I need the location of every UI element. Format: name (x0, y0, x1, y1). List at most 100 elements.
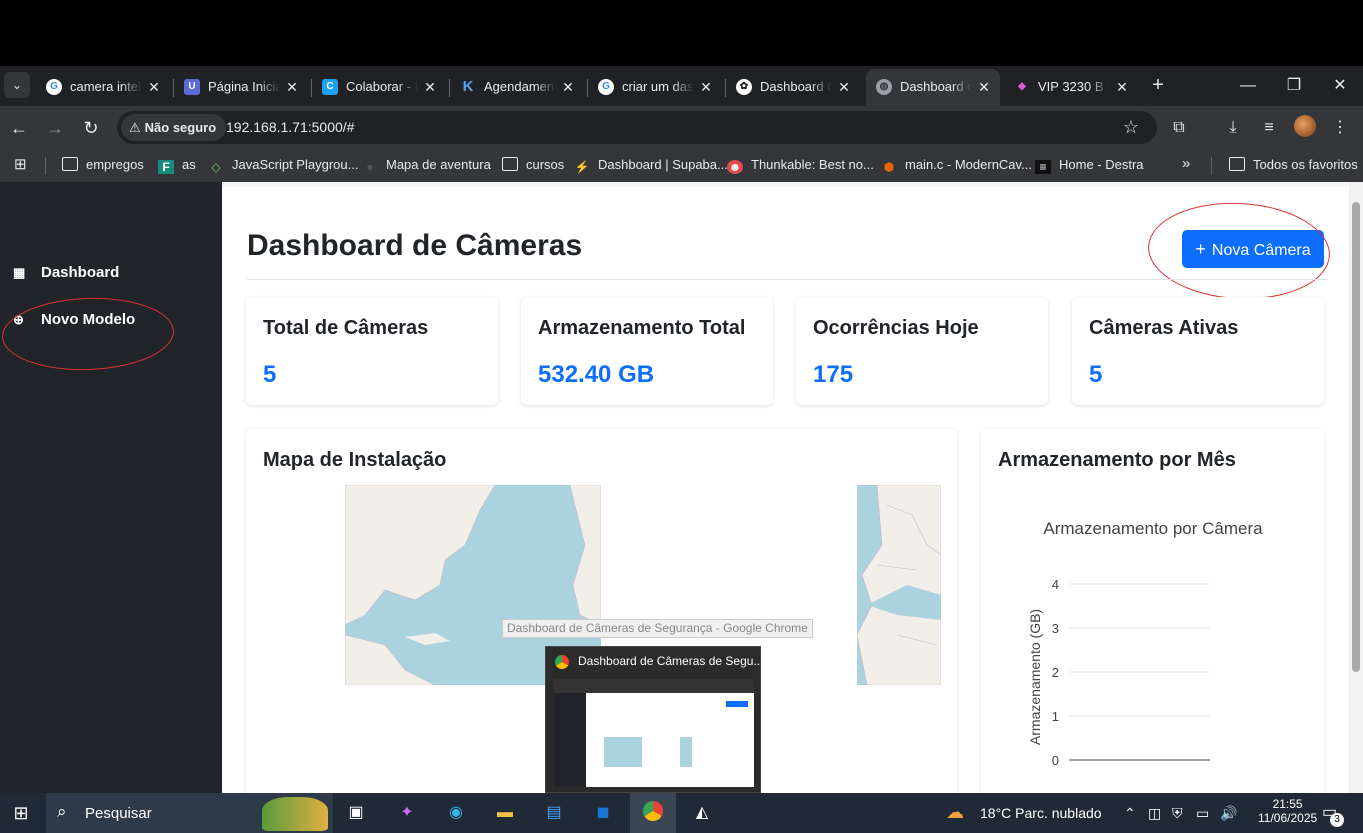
bookmark-label: cursos (526, 157, 565, 172)
store-icon[interactable]: ▤ (539, 799, 569, 827)
bookmarks-separator (1211, 157, 1212, 175)
bookmark-star-icon[interactable]: ☆ (1123, 117, 1139, 138)
back-arrow-icon[interactable]: ← (7, 116, 31, 140)
media-control-icon[interactable]: ≡ (1257, 116, 1281, 140)
tab-5[interactable]: ✿ Dashboard C ✕ (725, 71, 860, 102)
bookmark-label: JavaScript Playgrou... (232, 157, 359, 172)
copilot-icon[interactable]: ✦ (392, 799, 422, 827)
minimize-button[interactable]: — (1236, 74, 1260, 98)
all-bookmarks[interactable]: Todos os favoritos (1229, 157, 1358, 172)
close-icon[interactable]: ✕ (558, 77, 578, 97)
bookmark-8[interactable]: ≡ Home - Destra (1035, 157, 1144, 174)
close-window-button[interactable]: ✕ (1328, 74, 1352, 98)
clock[interactable]: 21:55 11/06/2025 (1258, 797, 1317, 825)
close-icon[interactable]: ✕ (144, 77, 164, 97)
security-label: Não seguro (144, 120, 217, 135)
bookmark-2[interactable]: ◇ JavaScript Playgrou... (208, 157, 358, 174)
bookmark-label: as (182, 157, 196, 172)
file-explorer-icon[interactable]: ▬ (490, 799, 520, 827)
kebab-menu-icon[interactable]: ⋮ (1328, 116, 1352, 140)
tab-label: Página Inicia (208, 79, 280, 94)
bookmark-label: Home - Destra (1059, 157, 1144, 172)
forward-arrow-icon[interactable]: → (43, 116, 67, 140)
reload-icon[interactable]: ↻ (79, 116, 103, 140)
tab-search-menu[interactable]: ⌄ (4, 72, 30, 98)
tab-1[interactable]: U Página Inicia ✕ (173, 71, 308, 102)
new-tab-button[interactable]: + (1146, 74, 1170, 98)
taskbar-window-preview[interactable]: Dashboard de Câmeras de Segu... (545, 646, 763, 793)
meet-icon[interactable]: ◫ (1148, 805, 1161, 822)
folder-icon (62, 157, 78, 171)
bookmark-label: Thunkable: Best no... (751, 157, 874, 172)
restore-button[interactable]: ❐ (1282, 74, 1306, 98)
outlook-icon[interactable]: ◼ (588, 799, 618, 827)
chrome-icon (643, 801, 663, 821)
chrome-taskbar-button[interactable] (630, 793, 676, 833)
stat-value: 5 (1089, 361, 1103, 388)
page-scrollbar[interactable] (1349, 182, 1363, 793)
bookmark-5[interactable]: ⚡ Dashboard | Supaba... (574, 157, 728, 174)
map-tile-europe[interactable] (857, 485, 941, 685)
red-annotation-circle (1145, 198, 1333, 304)
bookmark-label: main.c - ModernCav... (905, 157, 1032, 172)
volume-icon[interactable]: 🔊 (1220, 805, 1237, 822)
stat-value: 532.40 GB (538, 361, 655, 388)
stat-card-active-cameras: Câmeras Ativas 5 (1072, 297, 1324, 405)
close-icon[interactable]: ✕ (282, 77, 302, 97)
notification-count: 3 (1330, 813, 1344, 827)
profile-avatar[interactable] (1294, 115, 1316, 137)
close-icon[interactable]: ✕ (974, 77, 994, 97)
stat-label: Câmeras Ativas (1089, 317, 1239, 339)
more-bookmarks-chevron-icon[interactable]: » (1182, 155, 1190, 172)
sidebar-item-dashboard[interactable]: ▦ Dashboard (13, 264, 119, 281)
bookmark-0[interactable]: empregos (62, 157, 144, 172)
tab-6-active[interactable]: ◍ Dashboard d ✕ (866, 69, 1000, 106)
bookmark-6[interactable]: ☻ Thunkable: Best no... (727, 157, 874, 174)
stat-label: Ocorrências Hoje (813, 317, 979, 339)
taskbar-search[interactable]: ⌕ Pesquisar (46, 793, 333, 833)
gem-icon: ◆ (1018, 81, 1026, 92)
main-content: Dashboard de Câmeras + Nova Câmera Total … (222, 187, 1349, 793)
title-divider (247, 279, 1327, 280)
download-icon[interactable]: ⤓ (1221, 116, 1245, 140)
scrollbar-thumb[interactable] (1352, 202, 1360, 672)
tab-2[interactable]: C Colaborar - I ✕ (311, 71, 446, 102)
apps-grid-icon[interactable]: ⊞ (14, 155, 27, 173)
window-tooltip: Dashboard de Câmeras de Segurança - Goog… (502, 619, 813, 638)
destra-icon: ≡ (1035, 160, 1051, 174)
url-text[interactable]: 192.168.1.71:5000/# (226, 119, 354, 135)
tray-chevron-icon[interactable]: ⌃ (1124, 805, 1136, 822)
security-tray-icon[interactable]: ⛨ (1172, 805, 1183, 822)
chart-y-axis-label: Armazenamento (GB) (1027, 609, 1043, 745)
map-card-title: Mapa de Instalação (263, 449, 447, 471)
close-icon[interactable]: ✕ (696, 77, 716, 97)
extensions-icon[interactable]: ⧉ (1167, 116, 1191, 140)
stat-label: Armazenamento Total (538, 317, 746, 339)
tab-7[interactable]: ◆ VIP 3230 B S ✕ (1004, 71, 1138, 102)
clock-time: 21:55 (1272, 797, 1303, 811)
security-chip[interactable]: ⚠ Não seguro (121, 114, 227, 141)
chart-y-tick-label: 2 (1052, 665, 1059, 680)
capcut-icon[interactable]: ◭ (687, 799, 717, 827)
stat-card-total-cameras: Total de Câmeras 5 (246, 297, 498, 405)
task-view-icon[interactable]: ▣ (341, 799, 371, 827)
bookmark-3[interactable]: ● Mapa de aventura (362, 157, 490, 174)
weather-text[interactable]: 18°C Parc. nublado (980, 805, 1102, 821)
tab-4[interactable]: G criar um dash ✕ (587, 71, 722, 102)
weather-icon[interactable]: ☁ (946, 802, 964, 823)
edge-icon[interactable]: ◉ (441, 799, 471, 827)
red-annotation-circle (0, 295, 176, 373)
close-icon[interactable]: ✕ (1112, 77, 1132, 97)
network-icon[interactable]: ▭ (1196, 805, 1209, 822)
close-icon[interactable]: ✕ (420, 77, 440, 97)
bookmark-1[interactable]: Fas (158, 157, 196, 174)
bookmark-4[interactable]: cursos (502, 157, 564, 172)
close-icon[interactable]: ✕ (834, 77, 854, 97)
bookmark-7[interactable]: ⬢ main.c - ModernCav... (881, 157, 1032, 174)
folder-icon (502, 157, 518, 171)
windows-start-icon[interactable]: ⊞ (6, 799, 36, 827)
tab-0[interactable]: G camera intel ✕ (36, 71, 170, 102)
tab-3[interactable]: K Agendament ✕ (449, 71, 584, 102)
address-bar[interactable]: ⚠ Não seguro 192.168.1.71:5000/# ☆ (117, 111, 1157, 144)
bookmarks-bar: ⊞ empregos Fas ◇ JavaScript Playgrou... ●… (0, 149, 1363, 182)
